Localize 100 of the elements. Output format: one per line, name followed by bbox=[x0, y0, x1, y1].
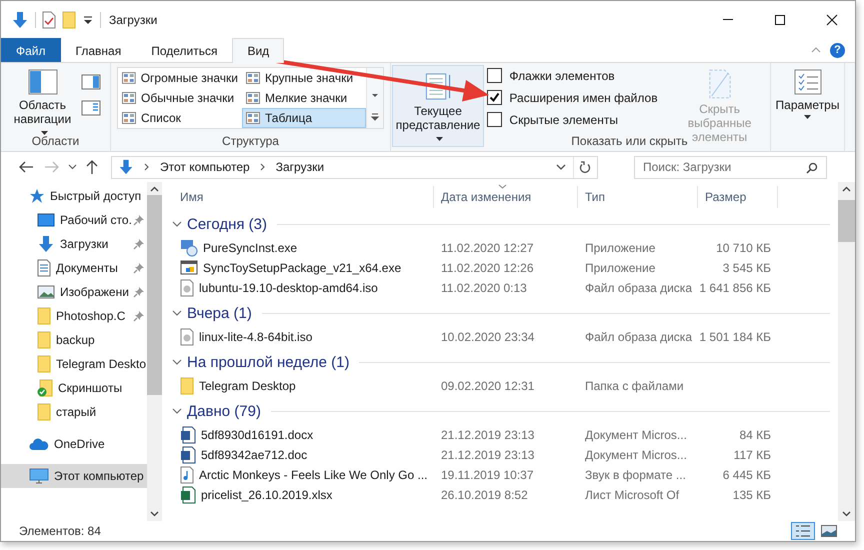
checkbox-label[interactable]: Расширения имен файлов bbox=[509, 90, 658, 104]
file-name[interactable]: pricelist_26.10.2019.xlsx bbox=[201, 488, 332, 502]
checkbox-label[interactable]: Флажки элементов bbox=[509, 68, 615, 82]
file-name[interactable]: 5df8930d16191.docx bbox=[201, 428, 314, 442]
gallery-more-icon[interactable] bbox=[370, 112, 380, 122]
sidebar-item[interactable]: Photoshop.C bbox=[1, 304, 147, 328]
layout-option[interactable]: Обычные значки bbox=[118, 88, 242, 108]
scrollbar[interactable] bbox=[838, 182, 855, 521]
group-header[interactable]: Вчера (1) bbox=[187, 305, 252, 322]
details-pane-icon[interactable] bbox=[80, 100, 100, 116]
navigation-pane-icon bbox=[28, 69, 58, 95]
pin-icon[interactable] bbox=[133, 214, 145, 226]
desktop-icon bbox=[37, 213, 55, 227]
sidebar-item[interactable]: OneDrive bbox=[1, 432, 147, 456]
file-name[interactable]: PureSyncInst.exe bbox=[203, 241, 298, 255]
group-header[interactable]: Давно (79) bbox=[187, 403, 261, 420]
help-button[interactable]: ? bbox=[830, 42, 845, 58]
checklist-icon bbox=[794, 69, 822, 95]
chevron-icon[interactable] bbox=[143, 163, 151, 171]
sidebar-item[interactable]: Telegram Deskto bbox=[1, 352, 147, 376]
sidebar-item[interactable]: backup bbox=[1, 328, 147, 352]
sidebar-item[interactable]: старый bbox=[1, 400, 147, 424]
ribbon-tab[interactable]: Файл bbox=[1, 38, 61, 62]
back-icon[interactable] bbox=[18, 160, 34, 174]
checkbox[interactable] bbox=[487, 68, 502, 83]
folder-icon bbox=[37, 355, 51, 373]
scrollbar[interactable] bbox=[147, 182, 162, 521]
scroll-down-icon[interactable] bbox=[842, 511, 851, 517]
sidebar-item[interactable]: Изображени bbox=[1, 280, 147, 304]
group-header[interactable]: Сегодня (3) bbox=[187, 216, 267, 233]
group-header[interactable]: На прошлой неделе (1) bbox=[187, 354, 350, 371]
ribbon-tab[interactable]: Главная bbox=[60, 38, 136, 62]
sidebar-item[interactable]: Быстрый доступ bbox=[1, 184, 147, 208]
size-cell-text: 3 545 КБ bbox=[722, 261, 772, 275]
search-icon[interactable] bbox=[806, 162, 818, 174]
application-icon bbox=[180, 239, 198, 257]
sidebar-item[interactable]: Этот компьютер bbox=[1, 464, 147, 488]
scroll-down-icon[interactable] bbox=[150, 511, 159, 517]
collapse-chevron-icon[interactable] bbox=[172, 408, 182, 415]
caret-icon bbox=[40, 131, 48, 136]
checkbox[interactable] bbox=[487, 90, 502, 105]
collapse-chevron-icon[interactable] bbox=[172, 310, 182, 317]
item-count: Элементов: 84 bbox=[19, 524, 101, 538]
layout-option[interactable]: Таблица bbox=[242, 108, 366, 128]
scroll-up-icon[interactable] bbox=[150, 186, 159, 192]
customize-dropdown-icon[interactable] bbox=[82, 14, 94, 26]
maximize-icon bbox=[774, 14, 786, 26]
checkbox-label[interactable]: Скрытые элементы bbox=[509, 112, 618, 126]
recent-locations-icon[interactable] bbox=[68, 164, 77, 170]
file-name[interactable]: SyncToySetupPackage_v21_x64.exe bbox=[203, 261, 402, 275]
pin-icon[interactable] bbox=[133, 262, 145, 274]
file-name[interactable]: Arctic Monkeys - Feels Like We Only Go ... bbox=[199, 468, 428, 482]
file-name[interactable]: lubuntu-19.10-desktop-amd64.iso bbox=[199, 281, 378, 295]
scrollbar-thumb[interactable] bbox=[147, 195, 162, 395]
details-view-button[interactable] bbox=[791, 522, 815, 540]
layout-icon bbox=[122, 112, 136, 124]
layout-option[interactable]: Список bbox=[118, 108, 242, 128]
scroll-up-icon[interactable] bbox=[842, 186, 851, 192]
column-header[interactable]: Дата изменения bbox=[434, 186, 578, 208]
properties-icon[interactable] bbox=[42, 10, 56, 28]
options-button[interactable]: Параметры bbox=[776, 66, 840, 120]
pin-icon[interactable] bbox=[133, 286, 145, 298]
sidebar-item[interactable]: Загрузки bbox=[1, 232, 147, 256]
type-cell-text: Файл образа диска bbox=[584, 281, 693, 295]
layout-option[interactable]: Мелкие значки bbox=[242, 88, 366, 108]
scrollbar-thumb[interactable] bbox=[838, 200, 855, 242]
word-document-icon bbox=[180, 426, 196, 444]
preview-pane-icon[interactable] bbox=[80, 74, 100, 90]
column-header[interactable]: Имя bbox=[168, 186, 434, 208]
collapse-chevron-icon[interactable] bbox=[172, 221, 182, 228]
date-cell-text: 26.10.2019 8:52 bbox=[440, 488, 529, 502]
sidebar-item[interactable]: Скриншоты bbox=[1, 376, 147, 400]
type-cell-text: Папка с файлами bbox=[584, 379, 685, 393]
refresh-icon[interactable] bbox=[579, 160, 591, 174]
layout-option[interactable]: Огромные значки bbox=[118, 68, 242, 88]
sidebar-item[interactable]: Рабочий сто. bbox=[1, 208, 147, 232]
chevron-icon[interactable] bbox=[258, 163, 267, 171]
sidebar-item[interactable]: Документы bbox=[1, 256, 147, 280]
ribbon-tab[interactable]: Вид bbox=[232, 38, 284, 63]
ribbon-tab[interactable]: Поделиться bbox=[136, 38, 232, 62]
address-bar[interactable]: Этот компьютер Загрузки bbox=[111, 156, 598, 178]
file-name[interactable]: 5df89342ae712.doc bbox=[201, 448, 308, 462]
pin-icon[interactable] bbox=[133, 310, 145, 322]
search-field[interactable]: Поиск: Загрузки bbox=[634, 156, 827, 178]
layout-option[interactable]: Крупные значки bbox=[242, 68, 366, 88]
pin-icon[interactable] bbox=[133, 238, 145, 250]
breadcrumb[interactable]: Этот компьютер bbox=[160, 160, 250, 174]
collapse-chevron-icon[interactable] bbox=[172, 359, 182, 366]
type-cell-text: Приложение bbox=[584, 261, 656, 275]
checkbox[interactable] bbox=[487, 112, 502, 127]
file-name[interactable]: linux-lite-4.8-64bit.iso bbox=[199, 330, 312, 344]
download-arrow-icon[interactable] bbox=[11, 10, 29, 28]
folder-icon bbox=[37, 331, 51, 349]
dropdown-icon[interactable] bbox=[556, 163, 566, 171]
column-header[interactable]: Тип bbox=[578, 186, 698, 208]
breadcrumb[interactable]: Загрузки bbox=[276, 160, 324, 174]
column-header[interactable]: Размер bbox=[698, 186, 778, 208]
file-name[interactable]: Telegram Desktop bbox=[199, 379, 296, 393]
up-icon[interactable] bbox=[85, 159, 99, 175]
current-view-button[interactable]: Текущее представление bbox=[392, 65, 484, 147]
